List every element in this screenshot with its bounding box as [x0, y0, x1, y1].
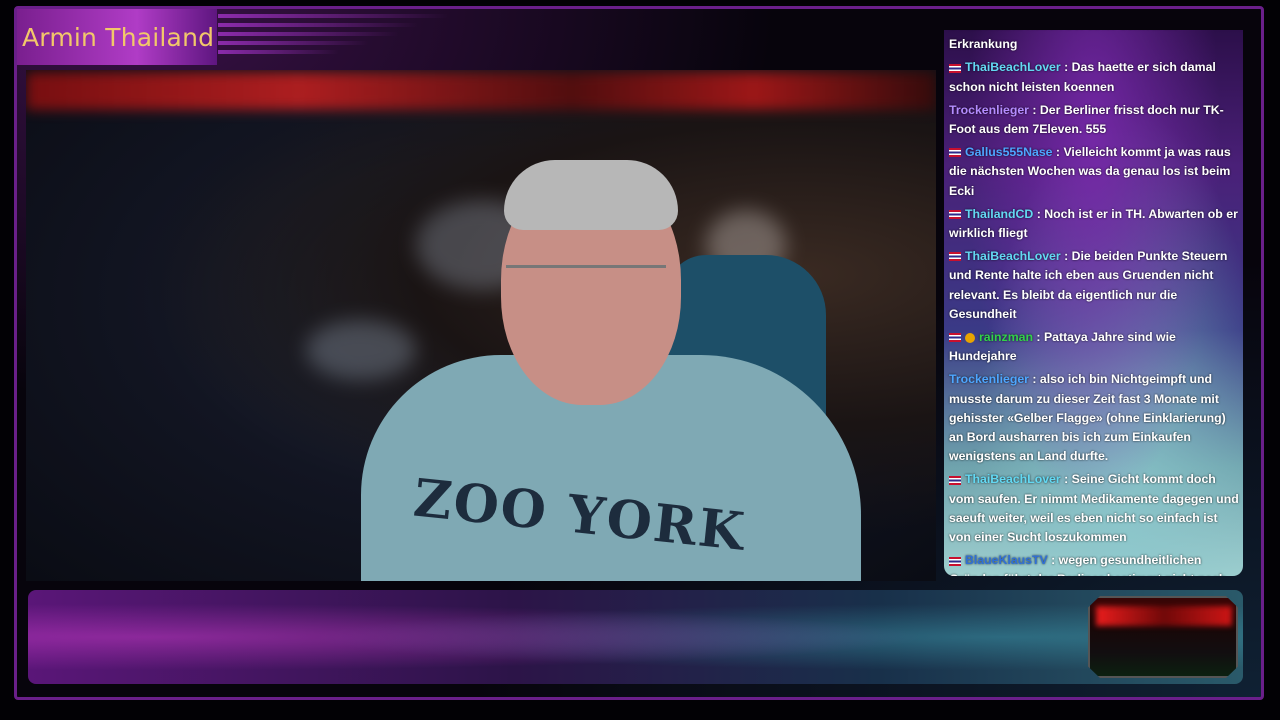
channel-title: Armin Thailand — [22, 22, 215, 52]
chat-message: rainzman : Pattaya Jahre sind wie Hundej… — [949, 328, 1240, 366]
chat-username[interactable]: ThaiBeachLover — [965, 249, 1061, 263]
thai-flag-icon — [949, 475, 961, 485]
chat-message: Trockenlieger : Der Berliner frisst doch… — [949, 101, 1240, 139]
badge-icon — [965, 332, 975, 343]
chat-messages: Deutschland helfen bei einer schweren Er… — [949, 30, 1240, 576]
chat-username[interactable]: Gallus555Nase — [965, 145, 1053, 159]
chat-separator: : — [1028, 102, 1040, 117]
chat-username[interactable]: rainzman — [979, 330, 1033, 344]
chat-message: Gallus555Nase : Vielleicht kommt ja was … — [949, 143, 1240, 201]
chat-message: ThaiBeachLover : Die beiden Punkte Steue… — [949, 247, 1240, 324]
bottom-banner — [28, 590, 1243, 684]
chat-username[interactable]: ThaiBeachLover — [965, 472, 1061, 486]
chat-username[interactable]: Trockenlieger — [949, 103, 1029, 117]
chat-message: ThailandCD : Noch ist er in TH. Abwarten… — [949, 205, 1240, 243]
title-decoration — [218, 14, 458, 64]
chat-username[interactable]: ThailandCD — [965, 207, 1033, 221]
chat-message-partial: Deutschland helfen bei einer schweren Er… — [949, 30, 1177, 52]
thai-flag-icon — [949, 333, 961, 343]
thai-flag-icon — [949, 63, 961, 73]
person-hair — [504, 160, 678, 230]
chat-message: BlaueKlausTV : wegen gesundheitlichen Gr… — [949, 551, 1240, 576]
webcam-video[interactable]: ZOO YORK — [26, 70, 936, 581]
person-glasses — [506, 265, 666, 308]
thai-flag-icon — [949, 252, 961, 262]
chat-message: ThaiBeachLover : Seine Gicht kommt doch … — [949, 470, 1240, 547]
chat-username[interactable]: ThaiBeachLover — [965, 60, 1061, 74]
chat-separator: : — [1047, 553, 1059, 568]
secondary-camera-preview — [1088, 596, 1238, 678]
chat-username[interactable]: BlaueKlausTV — [965, 553, 1048, 567]
thai-flag-icon — [949, 556, 961, 566]
background-red-light — [26, 72, 936, 110]
chat-message: ThaiBeachLover : Das haette er sich dama… — [949, 58, 1240, 96]
camera-red-light — [1096, 606, 1232, 626]
chat-separator: : — [1028, 372, 1040, 387]
chat-separator: : — [1060, 472, 1072, 487]
thai-flag-icon — [949, 148, 961, 158]
chat-separator: : — [1052, 145, 1064, 160]
chat-separator: : — [1033, 330, 1044, 345]
chat-message: Trockenlieger : also ich bin Nichtgeimpf… — [949, 370, 1240, 466]
chat-separator: : — [1060, 60, 1072, 75]
channel-title-box: Armin Thailand — [17, 9, 217, 65]
chat-panel[interactable]: Deutschland helfen bei einer schweren Er… — [944, 30, 1243, 576]
background-bokeh — [306, 320, 416, 380]
chat-separator: : — [1060, 249, 1072, 264]
chat-separator: : — [1033, 206, 1045, 221]
thai-flag-icon — [949, 210, 961, 220]
chat-username[interactable]: Trockenlieger — [949, 372, 1029, 386]
